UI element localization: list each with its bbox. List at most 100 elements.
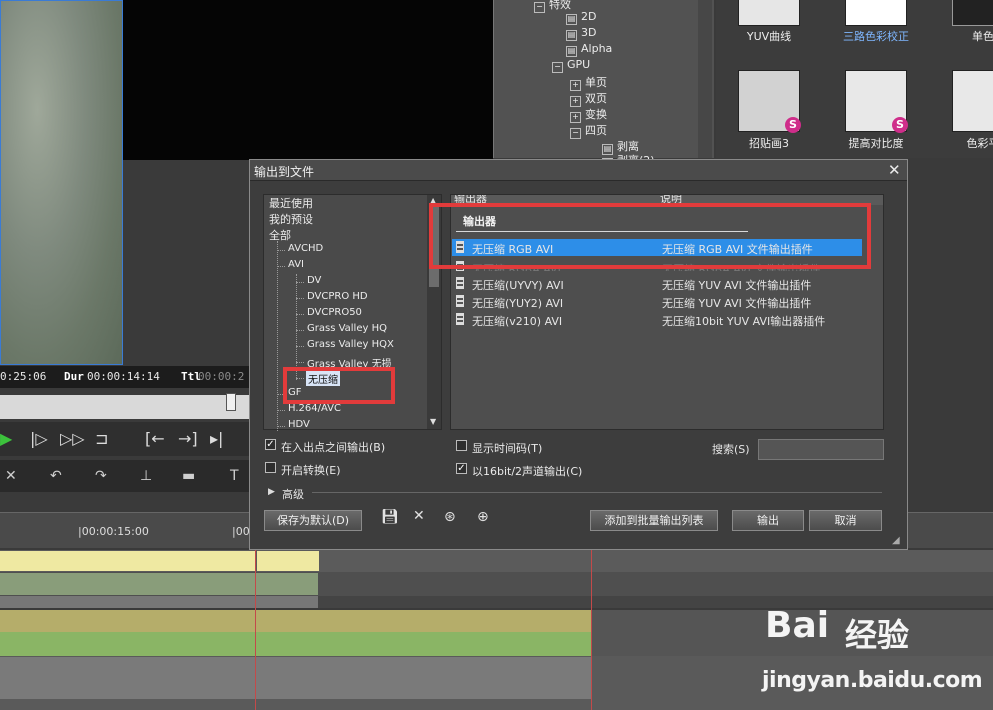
- ttl-value: 00:00:2: [198, 370, 245, 383]
- scroll-down-icon[interactable]: ▼: [430, 417, 436, 426]
- search-input[interactable]: [758, 439, 884, 460]
- play-icon[interactable]: ▶: [0, 429, 12, 448]
- collapse-icon[interactable]: −: [570, 128, 581, 139]
- tree-item-gpu[interactable]: − GPU: [552, 58, 590, 73]
- tree-item-alpha[interactable]: ▤ Alpha: [566, 42, 612, 57]
- effect-label: 色彩平: [966, 137, 993, 150]
- timeline-clip[interactable]: [0, 657, 592, 699]
- preview-black-area: [123, 0, 493, 160]
- mark-in-icon[interactable]: [←: [145, 429, 165, 448]
- export-preset-icon[interactable]: ⊕: [477, 509, 489, 525]
- category-item-hdv[interactable]: HDV: [288, 419, 310, 429]
- add-batch-button[interactable]: 添加到批量输出列表: [590, 510, 718, 531]
- audio-16bit-checkbox[interactable]: ✓: [456, 463, 467, 474]
- effect-label: 三路色彩校正: [843, 30, 909, 43]
- cut-icon[interactable]: ✕: [5, 468, 17, 484]
- folder-icon: ▤: [566, 30, 577, 41]
- marker-icon[interactable]: ⊥: [140, 468, 152, 484]
- redo-icon[interactable]: ↷: [95, 468, 107, 484]
- loop-icon[interactable]: ⊐: [95, 429, 108, 448]
- step-forward-icon[interactable]: |▷: [30, 429, 48, 448]
- tree-connector: [296, 274, 297, 380]
- category-item-all[interactable]: 全部: [269, 227, 291, 243]
- column-header-description[interactable]: 说明: [660, 195, 682, 204]
- effect-thumbnail[interactable]: [738, 0, 800, 26]
- tree-item-3d[interactable]: ▤ 3D: [566, 26, 596, 41]
- exporter-row[interactable]: 无压缩(UYVY) AVI 无压缩 YUV AVI 文件输出插件: [452, 275, 862, 292]
- tree-item-single-page[interactable]: + 单页: [570, 74, 607, 91]
- advanced-label[interactable]: 高级: [282, 486, 304, 502]
- folder-icon: ▤: [566, 14, 577, 25]
- film-icon: [456, 313, 464, 325]
- tree-item-four-page[interactable]: − 四页: [570, 122, 607, 139]
- text-icon[interactable]: T: [230, 468, 239, 484]
- category-item-avchd[interactable]: AVCHD: [288, 243, 323, 254]
- category-item-h264[interactable]: H.264/AVC: [288, 403, 341, 414]
- save-preset-icon[interactable]: 💾︎: [381, 509, 399, 525]
- undo-icon[interactable]: ↶: [50, 468, 62, 484]
- tree-scrollbar[interactable]: [698, 0, 712, 158]
- collapse-icon[interactable]: −: [552, 62, 563, 73]
- timeline-clip[interactable]: [0, 551, 255, 571]
- delete-preset-icon[interactable]: ✕: [413, 508, 425, 524]
- effect-thumbnail[interactable]: [952, 70, 993, 132]
- tree-item-2d[interactable]: ▤ 2D: [566, 10, 596, 25]
- tree-connector: [277, 410, 285, 411]
- tree-item-transform[interactable]: + 变换: [570, 106, 607, 123]
- expand-arrow-icon[interactable]: ▶: [268, 487, 275, 497]
- timeline-clip[interactable]: [0, 632, 592, 656]
- save-default-button[interactable]: 保存为默认(D): [264, 510, 362, 531]
- tree-connector: [296, 282, 304, 283]
- effect-thumbnail[interactable]: [845, 0, 907, 26]
- effect-thumbnail[interactable]: [952, 0, 993, 26]
- cancel-button[interactable]: 取消: [809, 510, 882, 531]
- tree-connector: [277, 426, 285, 427]
- effect-tree-panel: − 特效 ▤ 2D ▤ 3D ▤ Alpha − GPU + 单页 + 双页 + 变换 − 四页 …: [493, 0, 714, 169]
- ruler-time-label: |00:00:15:00: [78, 525, 149, 538]
- film-icon: [456, 277, 464, 289]
- category-item-dv[interactable]: DV: [307, 275, 321, 286]
- category-item-recent[interactable]: 最近使用: [269, 195, 313, 211]
- category-item-gv-hq[interactable]: Grass Valley HQ: [307, 323, 387, 334]
- mark-out-icon[interactable]: →]: [178, 429, 198, 448]
- fast-forward-icon[interactable]: ▷▷: [60, 429, 85, 448]
- category-item-dvcpro50[interactable]: DVCPRO50: [307, 307, 362, 318]
- import-preset-icon[interactable]: ⊛: [444, 509, 456, 525]
- split-icon[interactable]: ▸|: [210, 429, 223, 448]
- video-preview: [0, 0, 123, 365]
- collapse-icon[interactable]: −: [534, 2, 545, 13]
- timeline-clip[interactable]: [0, 573, 318, 595]
- timeline-clip[interactable]: [0, 610, 592, 632]
- enable-convert-checkbox[interactable]: [265, 462, 276, 473]
- plugin-badge: S: [785, 117, 801, 133]
- close-button[interactable]: ✕: [888, 161, 901, 179]
- group-icon[interactable]: ▬: [182, 468, 195, 484]
- timeline-clip[interactable]: [0, 596, 318, 608]
- show-timecode-label: 显示时间码(T): [472, 442, 543, 455]
- effect-label: 提高对比度: [848, 137, 904, 150]
- resize-grip-icon[interactable]: ◢: [892, 535, 900, 546]
- scrub-handle[interactable]: [226, 393, 236, 411]
- exporter-row[interactable]: 无压缩(v210) AVI 无压缩10bit YUV AVI输出器插件: [452, 311, 862, 328]
- export-button[interactable]: 输出: [732, 510, 804, 531]
- effect-label: 单色: [972, 30, 993, 43]
- in-out-checkbox[interactable]: ✓: [265, 439, 276, 450]
- exporter-description: 无压缩 YUV AVI 文件输出插件: [662, 297, 812, 310]
- timeline-clip[interactable]: [257, 551, 319, 571]
- search-label: 搜索(S): [712, 443, 750, 456]
- audio-16bit-label: 以16bit/2声道输出(C): [472, 465, 583, 478]
- exporter-name: 无压缩(UYVY) AVI: [472, 279, 564, 292]
- dialog-titlebar[interactable]: [250, 160, 907, 181]
- exporter-row[interactable]: 无压缩(YUY2) AVI 无压缩 YUV AVI 文件输出插件: [452, 293, 862, 310]
- category-item-dvcpro-hd[interactable]: DVCPRO HD: [307, 291, 368, 302]
- category-item-gv-hqx[interactable]: Grass Valley HQX: [307, 339, 394, 350]
- tree-connector: [296, 314, 304, 315]
- show-timecode-checkbox[interactable]: [456, 440, 467, 451]
- column-header-exporter[interactable]: 输出器: [454, 195, 487, 204]
- watermark-brand: 经验: [845, 616, 910, 654]
- dur-value: 00:00:14:14: [87, 370, 160, 383]
- tree-item-double-page[interactable]: + 双页: [570, 90, 607, 107]
- category-item-avi[interactable]: AVI: [288, 259, 304, 270]
- category-item-presets[interactable]: 我的预设: [269, 211, 313, 227]
- scrub-bar[interactable]: [0, 395, 250, 419]
